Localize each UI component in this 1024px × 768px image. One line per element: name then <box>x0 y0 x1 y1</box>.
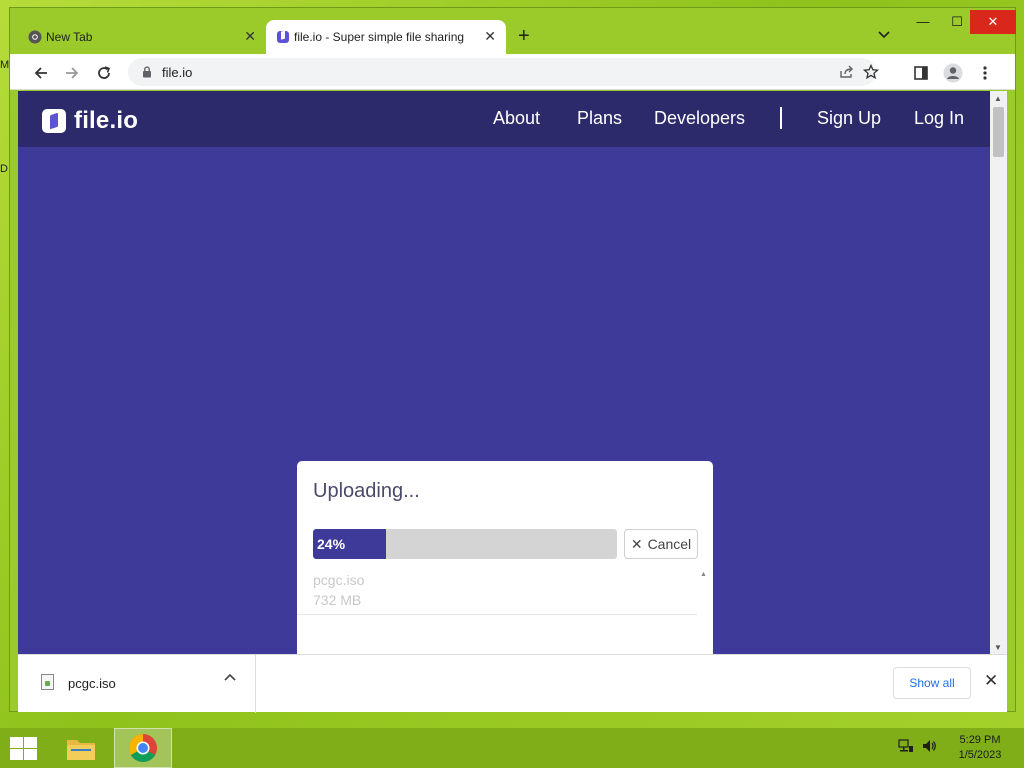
nav-about[interactable]: About <box>493 108 540 129</box>
new-tab-button[interactable]: + <box>518 26 530 46</box>
browser-window: New Tab ✕ file.io - Super simple file sh… <box>9 7 1016 713</box>
logo-text: file.io <box>74 107 139 134</box>
site-logo[interactable]: file.io <box>42 107 138 135</box>
tab-title: New Tab <box>46 30 93 44</box>
windows-logo-icon <box>10 737 23 748</box>
fileio-logo-icon <box>42 109 66 133</box>
nav-developers[interactable]: Developers <box>654 108 745 129</box>
file-size: 732 MB <box>313 592 362 608</box>
taskbar-chrome[interactable] <box>114 728 172 768</box>
windows-logo-icon <box>10 749 23 760</box>
start-button[interactable] <box>8 736 38 760</box>
side-panel-icon <box>914 66 928 80</box>
page-scrollbar[interactable]: ▲ ▼ <box>990 91 1007 654</box>
reload-button[interactable] <box>93 62 115 84</box>
clock-date: 1/5/2023 <box>958 749 1002 761</box>
close-tab-icon[interactable]: ✕ <box>484 28 496 45</box>
tab-new-tab[interactable]: New Tab ✕ <box>18 20 266 54</box>
file-name: pcgc.iso <box>313 572 365 588</box>
chrome-icon <box>129 734 157 762</box>
show-all-downloads-button[interactable]: Show all <box>893 667 971 699</box>
chevron-down-icon <box>878 31 890 39</box>
minimize-button[interactable]: — <box>908 10 938 34</box>
scroll-thumb[interactable] <box>993 107 1004 157</box>
file-icon <box>41 674 54 690</box>
nav-log-in[interactable]: Log In <box>914 108 964 129</box>
close-window-button[interactable]: ✕ <box>970 10 1016 34</box>
address-bar[interactable]: file.io <box>128 58 879 86</box>
web-page: file.io About Plans Developers Sign Up L… <box>18 91 990 654</box>
download-item[interactable]: pcgc.iso <box>18 655 256 713</box>
nav-divider <box>780 107 782 129</box>
upload-title: Uploading... <box>313 480 420 502</box>
close-tab-icon[interactable]: ✕ <box>244 28 256 45</box>
taskbar-clock[interactable]: 5:29 PM 1/5/2023 <box>950 733 1010 763</box>
upload-progress-bar: 24% <box>313 529 617 559</box>
maximize-button[interactable]: ☐ <box>942 10 972 34</box>
fileio-icon <box>277 30 289 43</box>
tab-search-button[interactable] <box>878 27 890 42</box>
clock-time: 5:29 PM <box>959 734 1001 746</box>
taskbar-file-explorer[interactable] <box>52 728 110 768</box>
lock-icon <box>143 66 151 78</box>
forward-button[interactable] <box>61 62 83 84</box>
tab-fileio[interactable]: file.io - Super simple file sharing ✕ <box>266 20 506 54</box>
windows-logo-icon <box>24 749 37 760</box>
tab-strip: New Tab ✕ file.io - Super simple file sh… <box>10 8 1016 54</box>
chrome-icon <box>28 30 42 44</box>
list-scroll-up-icon[interactable]: ▲ <box>700 571 707 578</box>
scroll-up-icon[interactable]: ▲ <box>994 94 1002 103</box>
avatar-icon <box>943 63 963 83</box>
url-text: file.io <box>162 64 193 80</box>
nav-plans[interactable]: Plans <box>577 108 622 129</box>
share-icon[interactable] <box>839 65 855 79</box>
scroll-down-icon[interactable]: ▼ <box>994 643 1002 652</box>
profile-button[interactable] <box>942 62 964 84</box>
download-file-name: pcgc.iso <box>68 676 116 691</box>
cancel-upload-button[interactable]: ✕ Cancel <box>624 529 698 559</box>
star-icon[interactable] <box>863 64 879 80</box>
nav-sign-up[interactable]: Sign Up <box>817 108 881 129</box>
site-header: file.io About Plans Developers Sign Up L… <box>18 91 990 147</box>
chevron-up-icon[interactable] <box>224 673 236 681</box>
back-button[interactable] <box>30 62 52 84</box>
upload-progress-label: 24% <box>317 536 346 552</box>
cancel-label: Cancel <box>647 536 692 552</box>
more-vert-icon <box>983 66 987 80</box>
arrow-right-icon <box>66 67 79 79</box>
upload-dialog: Uploading... 24% ✕ Cancel pcgc.iso 732 M… <box>297 461 713 654</box>
folder-icon <box>67 740 95 760</box>
tab-title: file.io - Super simple file sharing <box>294 30 465 44</box>
side-panel-button[interactable] <box>910 62 932 84</box>
list-item: pcgc.iso 732 MB <box>297 569 697 615</box>
taskbar: 5:29 PM 1/5/2023 <box>0 728 1024 768</box>
network-icon[interactable] <box>898 738 914 757</box>
browser-toolbar: file.io <box>10 54 1015 90</box>
upload-file-list: pcgc.iso 732 MB ▲ <box>297 569 713 654</box>
download-bar: pcgc.iso Show all ✕ <box>18 654 1007 713</box>
volume-icon[interactable] <box>921 738 937 757</box>
windows-logo-icon <box>24 737 37 748</box>
close-download-bar-button[interactable]: ✕ <box>984 671 998 691</box>
reload-icon <box>98 66 111 79</box>
menu-button[interactable] <box>974 62 996 84</box>
arrow-left-icon <box>34 67 47 79</box>
close-icon: ✕ <box>630 535 643 552</box>
